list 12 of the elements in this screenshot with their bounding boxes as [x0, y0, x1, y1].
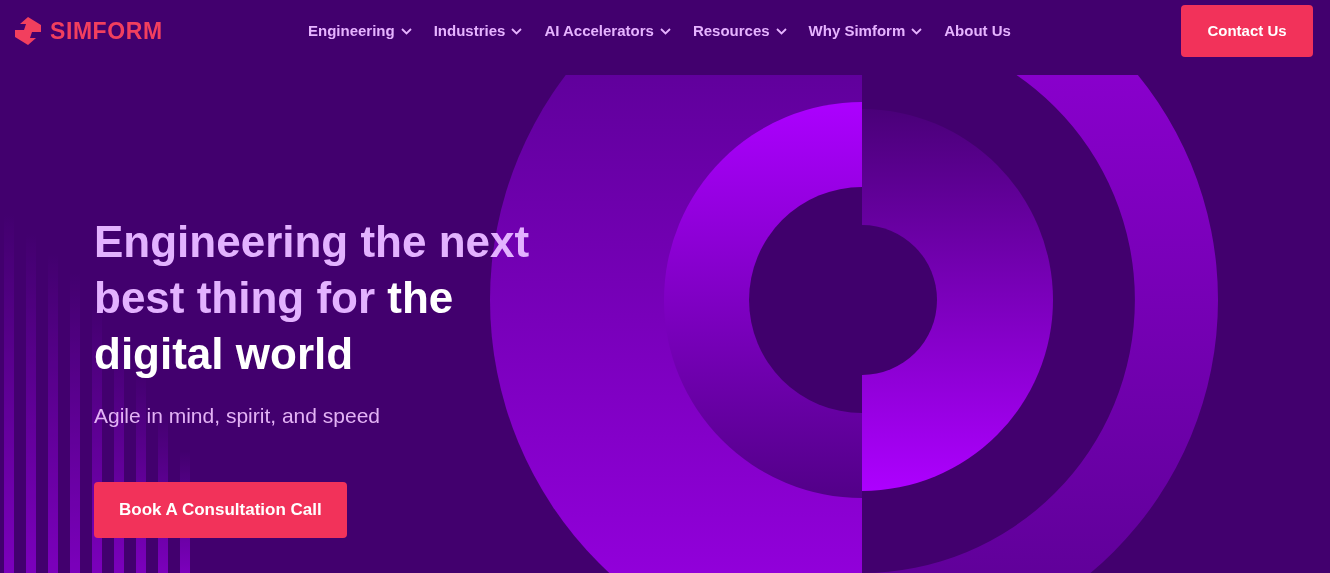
- nav-link[interactable]: Industries: [433, 19, 523, 43]
- nav-link[interactable]: Resources: [692, 19, 787, 43]
- hero-subtitle: Agile in mind, spirit, and speed: [94, 403, 381, 429]
- nav-link[interactable]: Why Simform: [808, 19, 923, 43]
- hero-heading: Engineering the next best thing for the digital world: [94, 216, 531, 380]
- nav-link[interactable]: AI Accelerators: [544, 19, 671, 43]
- nav-link[interactable]: About Us: [944, 19, 1011, 43]
- simform-logo[interactable]: SIMFORM: [14, 13, 308, 49]
- contact-button[interactable]: Contact Us: [1181, 5, 1313, 57]
- nav-link[interactable]: Engineering: [308, 19, 412, 43]
- consultation-button[interactable]: Book A Consultation Call: [94, 481, 347, 538]
- logo-icon: [14, 16, 44, 46]
